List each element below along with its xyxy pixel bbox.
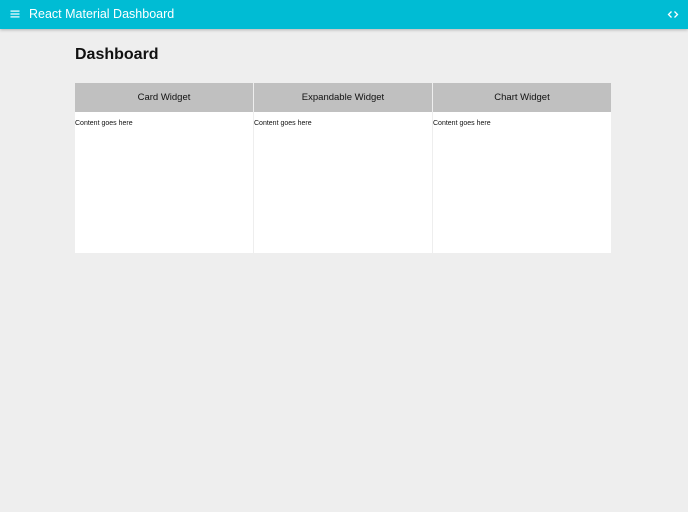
widget-title: Chart Widget	[494, 92, 550, 103]
widget-title: Expandable Widget	[301, 92, 385, 103]
chart-widget: Chart Widget Content goes here	[433, 83, 611, 253]
expandable-widget: Expandable Widget Content goes here	[254, 83, 432, 253]
app-title: React Material Dashboard	[29, 7, 175, 21]
menu-button[interactable]	[6, 5, 24, 23]
view-source-button[interactable]	[664, 6, 682, 24]
page-title: Dashboard	[75, 46, 159, 63]
widget-grid: Card Widget Content goes here Expandable…	[75, 83, 611, 253]
widget-header: Chart Widget	[433, 83, 611, 112]
widget-header: Expandable Widget	[254, 83, 432, 112]
app-bar: React Material Dashboard	[0, 0, 688, 29]
widget-header: Card Widget	[75, 83, 253, 112]
widget-content: Content goes here	[433, 120, 491, 127]
menu-icon	[10, 10, 20, 18]
widget-content: Content goes here	[75, 120, 133, 127]
card-widget: Card Widget Content goes here	[75, 83, 253, 253]
widget-content: Content goes here	[254, 120, 312, 127]
code-icon	[667, 11, 679, 18]
widget-title: Card Widget	[137, 92, 191, 103]
